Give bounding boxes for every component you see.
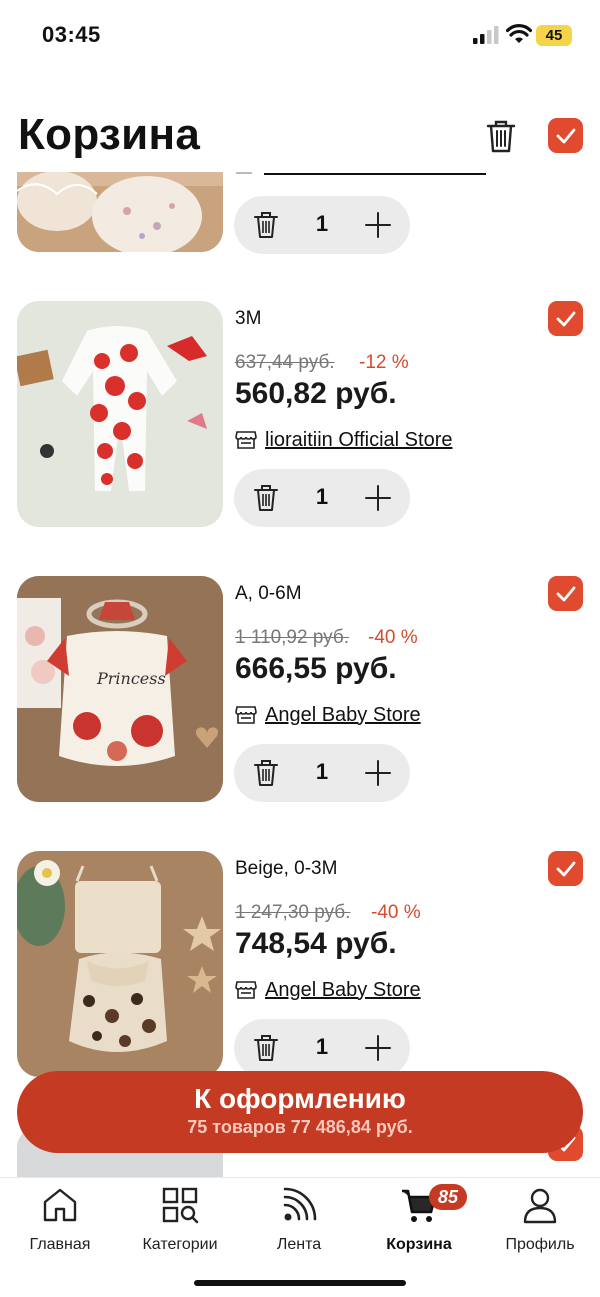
status-bar: 03:45 45 bbox=[0, 0, 600, 70]
cart-item-list[interactable]: 1 3M 637,44 руб. -12 % 560,82 руб. liora… bbox=[0, 172, 600, 1177]
checkmark-icon bbox=[556, 586, 575, 601]
remove-item-trash-icon[interactable] bbox=[254, 1034, 278, 1062]
tab-label: Главная bbox=[29, 1236, 91, 1253]
delete-selected-trash-icon[interactable] bbox=[486, 119, 516, 153]
current-price: 560,82 руб. bbox=[235, 377, 397, 410]
current-price: 748,54 руб. bbox=[235, 927, 397, 960]
wifi-icon bbox=[506, 24, 532, 43]
store-underline bbox=[264, 173, 486, 175]
divider bbox=[236, 172, 252, 174]
checkout-summary: 75 товаров 77 486,84 руб. bbox=[187, 1117, 413, 1137]
store-name[interactable]: Angel Baby Store bbox=[265, 704, 421, 727]
tab-label: Категории bbox=[142, 1236, 218, 1253]
store-icon bbox=[235, 706, 257, 724]
quantity-stepper: 1 bbox=[234, 744, 410, 802]
variant-label: 3M bbox=[235, 308, 262, 329]
remove-item-trash-icon[interactable] bbox=[254, 211, 278, 239]
checkout-button[interactable]: К оформлению 75 товаров 77 486,84 руб. bbox=[17, 1071, 583, 1153]
product-image[interactable] bbox=[17, 851, 223, 1077]
old-price: 1 110,92 руб. bbox=[235, 627, 350, 648]
cart-item: Princess A, 0-6M 1 110,92 руб. -40 % 666… bbox=[0, 576, 600, 806]
quantity-value: 1 bbox=[315, 484, 329, 509]
store-link[interactable]: lioraitiin Official Store bbox=[235, 427, 452, 453]
product-image[interactable] bbox=[17, 172, 223, 252]
store-icon bbox=[235, 981, 257, 999]
quantity-stepper: 1 bbox=[234, 1019, 410, 1077]
store-name[interactable]: lioraitiin Official Store bbox=[265, 429, 452, 452]
feed-icon bbox=[283, 1187, 317, 1221]
product-image[interactable] bbox=[17, 301, 223, 527]
store-link[interactable]: Angel Baby Store bbox=[235, 702, 421, 728]
store-name[interactable]: Angel Baby Store bbox=[265, 979, 421, 1002]
current-price: 666,55 руб. bbox=[235, 652, 397, 685]
store-link[interactable]: Angel Baby Store bbox=[235, 977, 421, 1003]
variant-label: A, 0-6M bbox=[235, 583, 302, 604]
page-title: Корзина bbox=[18, 110, 201, 159]
tab-label: Лента bbox=[276, 1236, 322, 1253]
quantity-value: 1 bbox=[315, 1034, 329, 1059]
tab-label: Профиль bbox=[505, 1236, 575, 1253]
tab-categories[interactable]: Категории bbox=[120, 1186, 240, 1256]
cart-item: 3M 637,44 руб. -12 % 560,82 руб. liorait… bbox=[0, 301, 600, 531]
plus-icon[interactable] bbox=[364, 484, 392, 512]
tab-feed[interactable]: Лента bbox=[239, 1186, 359, 1256]
status-time: 03:45 bbox=[42, 22, 101, 47]
discount-badge: -40 % bbox=[368, 627, 418, 648]
discount-badge: -12 % bbox=[359, 352, 409, 373]
cart-item: 1 bbox=[0, 172, 600, 256]
categories-icon bbox=[162, 1187, 199, 1224]
tab-home[interactable]: Главная bbox=[0, 1186, 120, 1256]
cellular-signal-icon bbox=[473, 26, 499, 44]
quantity-stepper: 1 bbox=[234, 469, 410, 527]
tab-label: Корзина bbox=[386, 1236, 452, 1253]
discount-badge: -40 % bbox=[371, 902, 421, 923]
battery-indicator: 45 bbox=[536, 25, 572, 46]
cart-count-badge: 85 bbox=[429, 1184, 468, 1210]
checkmark-icon bbox=[556, 861, 575, 876]
item-checkbox[interactable] bbox=[548, 576, 583, 611]
bottom-tab-bar: Главная Категории Лента 85 Корзина Профи… bbox=[0, 1177, 600, 1297]
plus-icon[interactable] bbox=[364, 211, 392, 239]
old-price: 1 247,30 руб. bbox=[235, 902, 351, 923]
quantity-stepper: 1 bbox=[234, 196, 410, 254]
remove-item-trash-icon[interactable] bbox=[254, 759, 278, 787]
store-icon bbox=[235, 431, 257, 449]
old-price: 637,44 руб. bbox=[235, 352, 335, 373]
checkmark-icon bbox=[556, 128, 575, 143]
plus-icon[interactable] bbox=[364, 759, 392, 787]
quantity-value: 1 bbox=[315, 759, 329, 784]
tab-cart[interactable]: 85 Корзина bbox=[359, 1184, 479, 1256]
page-header: Корзина bbox=[0, 100, 600, 172]
tab-profile[interactable]: Профиль bbox=[480, 1186, 600, 1256]
item-checkbox[interactable] bbox=[548, 851, 583, 886]
plus-icon[interactable] bbox=[364, 1034, 392, 1062]
remove-item-trash-icon[interactable] bbox=[254, 484, 278, 512]
home-indicator bbox=[194, 1280, 406, 1286]
item-checkbox[interactable] bbox=[548, 301, 583, 336]
select-all-checkbox[interactable] bbox=[548, 118, 583, 153]
checkmark-icon bbox=[556, 311, 575, 326]
profile-icon bbox=[523, 1188, 557, 1224]
svg-text:Princess: Princess bbox=[96, 669, 166, 688]
product-image[interactable]: Princess bbox=[17, 576, 223, 802]
quantity-value: 1 bbox=[315, 211, 329, 236]
checkout-label: К оформлению bbox=[194, 1083, 406, 1114]
cart-item: Beige, 0-3M 1 247,30 руб. -40 % 748,54 р… bbox=[0, 851, 600, 1081]
home-icon bbox=[43, 1188, 77, 1222]
variant-label: Beige, 0-3M bbox=[235, 858, 338, 879]
